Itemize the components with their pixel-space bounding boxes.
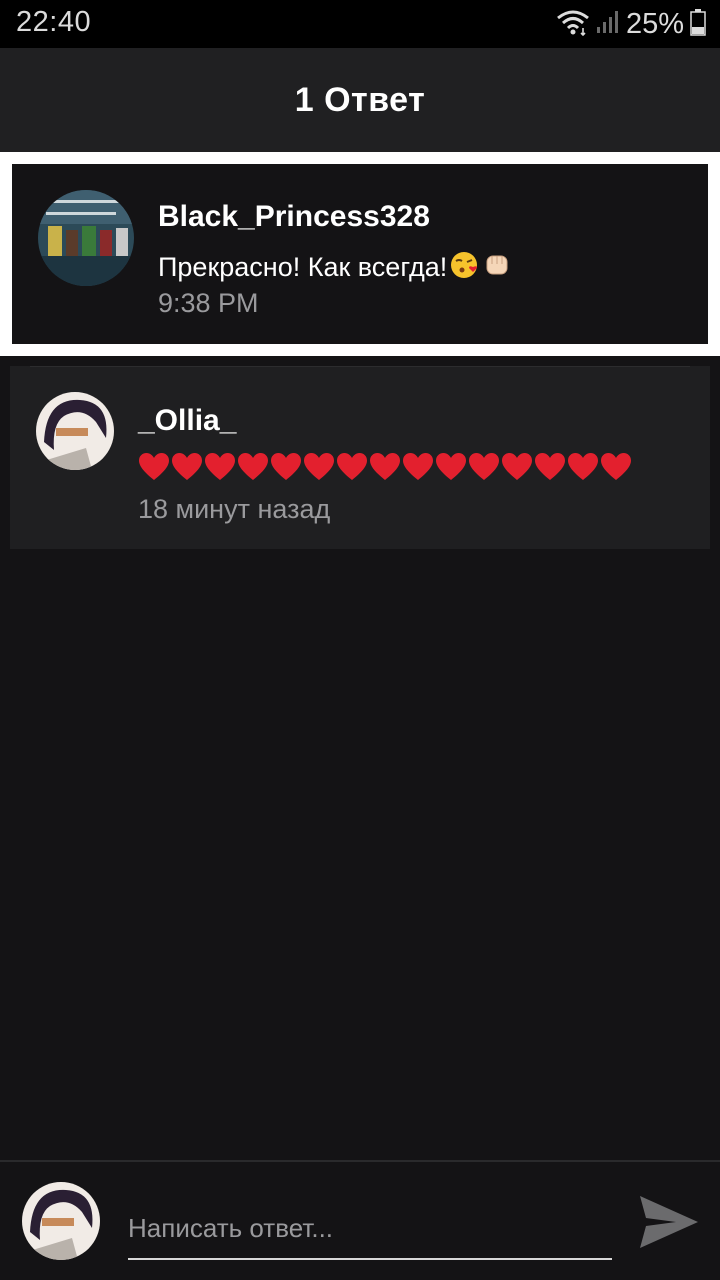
reply-author[interactable]: _Ollia_ bbox=[138, 404, 236, 438]
heart-icon bbox=[171, 452, 203, 482]
wifi-icon bbox=[556, 8, 590, 41]
header: 1 Ответ bbox=[0, 48, 720, 152]
battery-percent: 25% bbox=[625, 7, 684, 40]
status-time: 22:40 bbox=[16, 6, 92, 38]
avatar[interactable] bbox=[36, 392, 114, 470]
comment-time: 9:38 PM bbox=[158, 288, 259, 318]
status-icons: 25% bbox=[556, 6, 706, 42]
kissing-face-icon bbox=[449, 250, 479, 285]
signal-icon bbox=[596, 9, 620, 40]
heart-icon bbox=[237, 452, 269, 482]
heart-icon bbox=[138, 452, 170, 482]
send-icon bbox=[636, 1196, 702, 1258]
heart-icon bbox=[303, 452, 335, 482]
reply-time: 18 минут назад bbox=[138, 494, 331, 524]
raised-fist-icon bbox=[483, 250, 511, 285]
heart-icon bbox=[567, 452, 599, 482]
heart-icon bbox=[270, 452, 302, 482]
battery-icon bbox=[690, 8, 706, 41]
page-title: 1 Ответ bbox=[294, 80, 426, 119]
heart-icon bbox=[501, 452, 533, 482]
original-comment[interactable]: Black_Princess328 Прекрасно! Как всегда! bbox=[12, 164, 708, 344]
heart-icon bbox=[204, 452, 236, 482]
heart-icon bbox=[369, 452, 401, 482]
send-button[interactable] bbox=[636, 1190, 702, 1254]
comment-text-row: Прекрасно! Как всегда! bbox=[158, 250, 511, 285]
highlighted-comment-frame: Black_Princess328 Прекрасно! Как всегда! bbox=[0, 152, 720, 356]
heart-icon bbox=[468, 452, 500, 482]
heart-icon bbox=[336, 452, 368, 482]
reply-input[interactable] bbox=[128, 1198, 612, 1260]
heart-icon bbox=[600, 452, 632, 482]
reply-hearts bbox=[138, 452, 632, 482]
my-avatar bbox=[22, 1182, 100, 1260]
status-bar: 22:40 25% bbox=[0, 0, 720, 48]
heart-icon bbox=[402, 452, 434, 482]
comment-author[interactable]: Black_Princess328 bbox=[158, 200, 430, 234]
avatar[interactable] bbox=[38, 190, 134, 286]
screen: 22:40 25% 1 Ответ Black_Princess328 Прек… bbox=[0, 0, 720, 1280]
comment-text: Прекрасно! Как всегда! bbox=[158, 252, 448, 282]
heart-icon bbox=[435, 452, 467, 482]
reply-item[interactable]: _Ollia_ 18 минут назад bbox=[10, 366, 710, 549]
reply-composer bbox=[0, 1160, 720, 1280]
divider bbox=[30, 366, 690, 367]
heart-icon bbox=[534, 452, 566, 482]
